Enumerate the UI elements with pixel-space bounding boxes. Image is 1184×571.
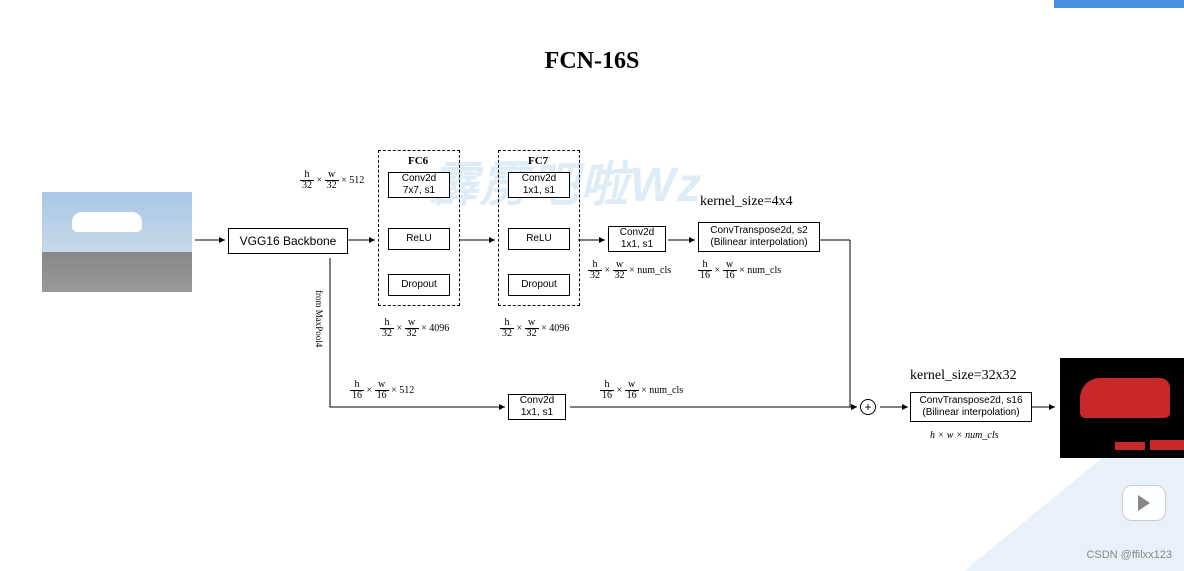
add-op: +: [860, 399, 876, 415]
fc6-out-dims: h32 × w32 × 4096: [380, 318, 449, 339]
fc7-relu: ReLU: [508, 228, 570, 250]
fc7-dropout: Dropout: [508, 274, 570, 296]
upconv2-note: kernel_size=32x32: [910, 368, 1017, 384]
fc6-dropout: Dropout: [388, 274, 450, 296]
fc7-out-dims: h32 × w32 × 4096: [500, 318, 569, 339]
fc7-conv: Conv2d 1x1, s1: [508, 172, 570, 198]
fc6-relu: ReLU: [388, 228, 450, 250]
backbone-dims: h32 × w32 × 512: [300, 170, 364, 191]
branch-in-dims: h16 × w16 × 512: [350, 380, 414, 401]
fc7-title: FC7: [528, 155, 548, 167]
conv-cls-dims: h32 × w32 × num_cls: [588, 260, 671, 281]
credit-text: CSDN @ffilxx123: [1086, 549, 1172, 561]
upconv2-dims: h × w × num_cls: [930, 430, 999, 441]
upconv1-dims: h16 × w16 × num_cls: [698, 260, 781, 281]
fc6-title: FC6: [408, 155, 428, 167]
conv-cls-box: Conv2d 1x1, s1: [608, 226, 666, 252]
input-image: [42, 192, 192, 292]
upconv2-box: ConvTranspose2d, s16 (Bilinear interpola…: [910, 392, 1032, 422]
upconv1-note: kernel_size=4x4: [700, 194, 793, 210]
branch-source-label: from MaxPool4: [314, 290, 324, 347]
branch-out-dims: h16 × w16 × num_cls: [600, 380, 683, 401]
diagram-title: FCN-16S: [0, 48, 1184, 75]
play-icon[interactable]: [1122, 485, 1166, 521]
branch-conv-box: Conv2d 1x1, s1: [508, 394, 566, 420]
upconv1-box: ConvTranspose2d, s2 (Bilinear interpolat…: [698, 222, 820, 252]
output-image: [1060, 358, 1184, 458]
fc6-conv: Conv2d 7x7, s1: [388, 172, 450, 198]
header-accent: [1054, 0, 1184, 8]
backbone-box: VGG16 Backbone: [228, 228, 348, 254]
